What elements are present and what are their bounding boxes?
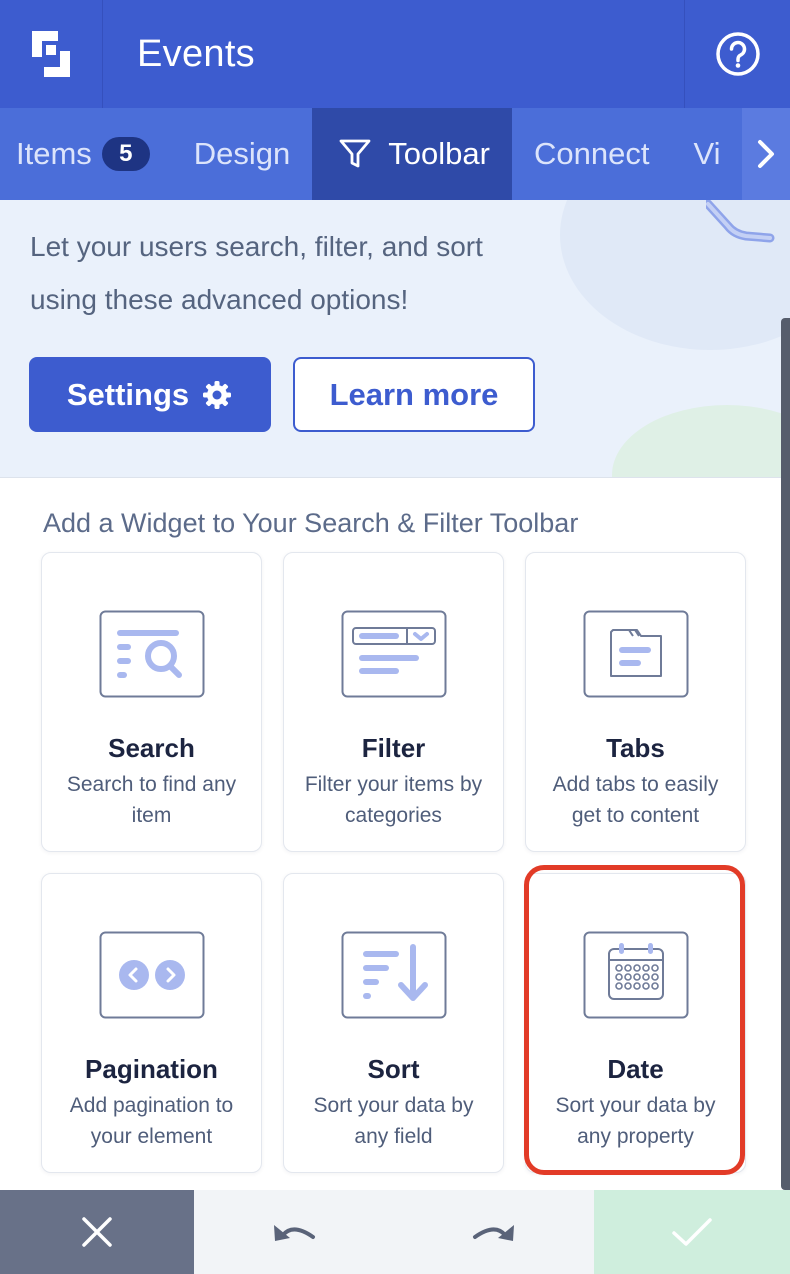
help-button[interactable] (684, 0, 790, 108)
intro-line-1: Let your users search, filter, and sort (30, 231, 483, 262)
widget-description: Add pagination to your element (50, 1090, 253, 1152)
settings-button[interactable]: Settings (29, 357, 271, 432)
tabs-scroll-right-button[interactable] (742, 108, 790, 200)
widget-card-sort[interactable]: Sort Sort your data by any field (283, 873, 504, 1173)
items-count-badge: 5 (101, 137, 150, 171)
filter-widget-icon (341, 610, 447, 698)
decorative-clip-icon (706, 200, 775, 243)
date-widget-highlight (524, 865, 745, 1175)
toolbar-intro-panel: Let your users search, filter, and sort … (0, 200, 790, 478)
widget-card-tabs[interactable]: Tabs Add tabs to easily get to content (525, 552, 746, 852)
gear-icon (201, 379, 233, 411)
undo-icon (274, 1225, 315, 1241)
tab-connect-label: Connect (533, 136, 650, 171)
tab-bar: Items 5 Design Toolbar Connect Vi (0, 108, 790, 200)
widget-description-line: Search to find any (66, 773, 237, 796)
widget-description-line: item (131, 804, 172, 827)
widgets-heading: Add a Widget to Your Search & Filter Too… (43, 508, 579, 538)
widget-description-line: your element (90, 1125, 213, 1148)
widget-description: Filter your items by categories (292, 769, 495, 831)
settings-button-label: Settings (66, 376, 190, 412)
widget-description-line: Add tabs to easily (552, 773, 719, 796)
widget-description: Add tabs to easily get to content (534, 769, 737, 831)
history-controls (194, 1190, 594, 1274)
widget-description-line: any field (354, 1125, 433, 1148)
decorative-blob (612, 405, 790, 477)
redo-button[interactable] (471, 1217, 517, 1247)
check-icon (672, 1218, 712, 1246)
widget-description-line: get to content (571, 804, 700, 827)
tab-design[interactable]: Design (172, 108, 313, 200)
tab-toolbar[interactable]: Toolbar (312, 108, 512, 200)
undo-button[interactable] (271, 1217, 317, 1247)
learn-more-button[interactable]: Learn more (293, 357, 535, 432)
widget-name: Tabs (606, 733, 665, 763)
chevron-right-icon (758, 140, 774, 168)
tabs-widget-icon (583, 610, 689, 698)
close-button[interactable] (0, 1190, 194, 1274)
redo-icon (473, 1225, 514, 1241)
widget-description-line: Filter your items by (304, 773, 483, 796)
scrollbar[interactable] (781, 318, 790, 1190)
app-logo[interactable] (0, 0, 103, 108)
intro-text: Let your users search, filter, and sort … (30, 220, 590, 326)
app-logo-icon (32, 31, 70, 77)
widget-name: Search (108, 733, 195, 763)
widget-description-line: Add pagination to (69, 1094, 234, 1117)
close-icon (82, 1217, 112, 1247)
tab-visibility[interactable]: Vi (671, 108, 742, 200)
confirm-button[interactable] (594, 1190, 790, 1274)
widget-description: Search to find any item (50, 769, 253, 831)
widget-description-line: Sort your data by (313, 1094, 474, 1117)
intro-line-2: using these advanced options! (30, 284, 409, 315)
widget-card-pagination[interactable]: Pagination Add pagination to your elemen… (41, 873, 262, 1173)
widget-name: Sort (367, 1054, 420, 1084)
bottom-action-bar (0, 1190, 790, 1274)
tab-toolbar-label: Toolbar (388, 136, 490, 171)
widget-name: Filter (361, 733, 426, 763)
widget-card-filter[interactable]: Filter Filter your items by categories (283, 552, 504, 852)
widget-card-search[interactable]: Search Search to find any item (41, 552, 262, 852)
pagination-widget-icon (99, 931, 205, 1019)
help-circle-icon (715, 32, 760, 76)
widget-name: Pagination (85, 1054, 218, 1084)
sort-widget-icon (341, 931, 447, 1019)
page-title: Events (137, 32, 255, 75)
tab-design-label: Design (193, 136, 291, 171)
tab-items-label: Items (16, 136, 92, 171)
filter-icon (338, 137, 372, 171)
widget-description-line: categories (345, 804, 442, 827)
tab-connect[interactable]: Connect (512, 108, 671, 200)
widget-description: Sort your data by any field (292, 1090, 495, 1152)
tab-items[interactable]: Items 5 (0, 108, 172, 200)
tab-visibility-label: Vi (693, 136, 721, 171)
search-widget-icon (99, 610, 205, 698)
app-header: Events (0, 0, 790, 108)
